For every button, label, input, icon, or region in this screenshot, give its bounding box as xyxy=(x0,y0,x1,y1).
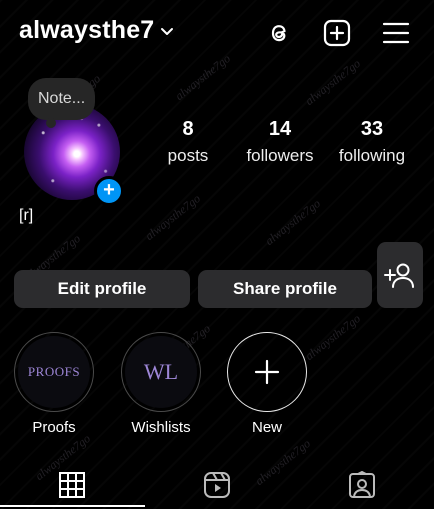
stat-followers-value: 14 xyxy=(268,118,292,140)
watermark-text: alwaysthe7go xyxy=(262,196,324,248)
tagged-icon[interactable] xyxy=(348,471,376,499)
highlight-new[interactable] xyxy=(227,332,307,412)
share-profile-button[interactable]: Share profile xyxy=(198,270,372,308)
watermark-text: alwaysthe7go xyxy=(172,51,234,103)
highlight-label: Wishlists xyxy=(131,419,191,436)
reels-icon[interactable] xyxy=(203,471,231,499)
chevron-down-icon[interactable] xyxy=(160,24,174,38)
stat-posts-label: posts xyxy=(167,146,209,165)
highlight-cover-inner: PROOFS xyxy=(18,336,90,408)
username-switcher[interactable]: alwaysthe7 xyxy=(19,16,154,45)
watermark-text: alwaysthe7go xyxy=(252,436,314,488)
highlight-cover-inner: WL xyxy=(125,336,197,408)
highlight-cover-text: WL xyxy=(143,359,179,384)
edit-profile-button[interactable]: Edit profile xyxy=(14,270,190,308)
highlight-cover: PROOFS xyxy=(14,332,94,412)
create-plus-icon[interactable] xyxy=(322,18,352,48)
plus-icon xyxy=(254,359,280,385)
add-person-icon xyxy=(384,263,414,288)
watermark-text: alwaysthe7go xyxy=(302,311,364,363)
stat-following[interactable]: 33 following xyxy=(332,118,412,166)
stat-followers-label: followers xyxy=(246,146,314,165)
highlight-label: New xyxy=(251,419,282,436)
stat-posts[interactable]: 8 posts xyxy=(158,118,218,166)
highlight-cover-text: PROOFS xyxy=(27,364,81,379)
display-name: [r] xyxy=(19,207,34,224)
add-story-plus-icon[interactable]: + xyxy=(94,176,124,206)
stat-following-value: 33 xyxy=(360,118,384,140)
stat-followers[interactable]: 14 followers xyxy=(240,118,320,166)
highlight-wishlists[interactable]: WL xyxy=(121,332,201,412)
menu-icon[interactable] xyxy=(381,18,411,48)
highlight-label: Proofs xyxy=(32,419,76,436)
highlight-proofs[interactable]: PROOFS xyxy=(14,332,94,412)
highlight-cover: WL xyxy=(121,332,201,412)
note-bubble[interactable]: Note... xyxy=(28,78,96,128)
stat-following-label: following xyxy=(338,146,406,165)
threads-icon[interactable] xyxy=(264,18,294,48)
stat-posts-value: 8 xyxy=(182,118,194,140)
watermark-text: alwaysthe7go xyxy=(142,191,204,243)
grid-icon[interactable] xyxy=(58,471,86,499)
discover-people-button[interactable] xyxy=(377,242,423,308)
watermark-text: alwaysthe7go xyxy=(302,56,364,108)
active-tab-indicator xyxy=(0,505,145,507)
new-highlight-ring xyxy=(227,332,307,412)
